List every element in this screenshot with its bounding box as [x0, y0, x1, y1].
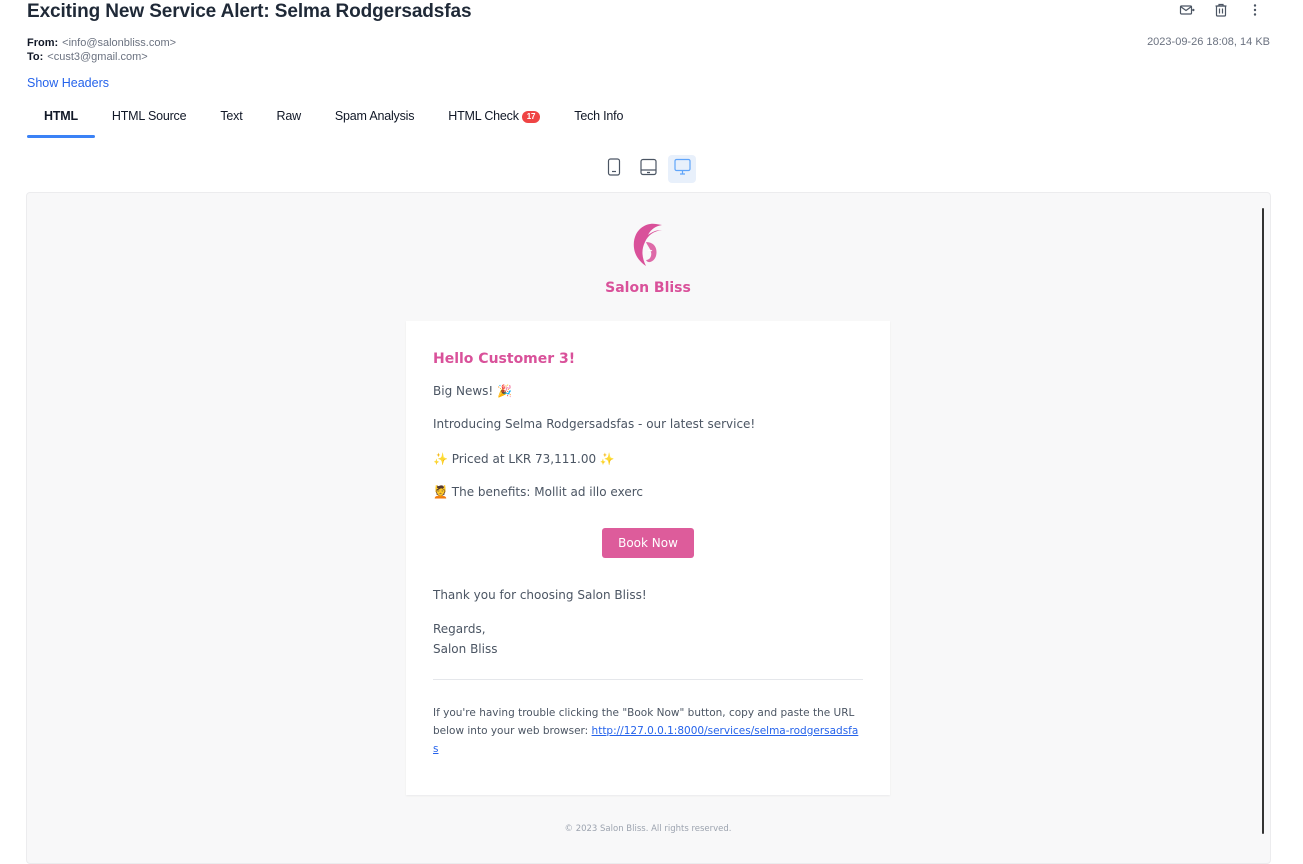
big-news-text: Big News! 🎉 [433, 384, 512, 398]
tab-label: HTML Source [111, 109, 187, 123]
price-text: ✨ Priced at LKR 73,111.00 ✨ [433, 452, 615, 466]
tab-label: Tech Info [574, 109, 624, 123]
thanks-text: Thank you for choosing Salon Bliss! [433, 588, 647, 602]
tab-tech-info[interactable]: Tech Info [557, 105, 640, 138]
desktop-icon [673, 158, 691, 181]
intro-text: Introducing Selma Rodgersadsfas - our la… [433, 417, 756, 431]
tab-text[interactable]: Text [203, 105, 259, 138]
preview-scrollbar[interactable] [1262, 208, 1264, 834]
tab-label: Text [220, 109, 243, 123]
tab-raw[interactable]: Raw [260, 105, 318, 138]
salon-logo [626, 220, 668, 273]
tablet-view-button[interactable] [634, 155, 662, 183]
more-vertical-icon[interactable] [1247, 2, 1263, 18]
message-actions [1179, 2, 1263, 18]
greeting: Hello Customer 3! [433, 351, 576, 367]
trouble-note: If you're having trouble clicking the "B… [433, 704, 863, 758]
mark-read-icon[interactable] [1179, 2, 1195, 18]
email-subject: Exciting New Service Alert: Selma Rodger… [27, 1, 472, 22]
from-value: <info@salonbliss.com> [62, 37, 177, 49]
tab-html-check[interactable]: HTML Check 17 [431, 105, 557, 138]
mobile-icon [607, 157, 621, 181]
tab-label: Raw [276, 109, 302, 123]
date-size: 2023-09-26 18:08, 14 KB [1147, 36, 1270, 48]
device-switcher [600, 155, 696, 183]
message-card: Hello Customer 3! Big News! 🎉 Introducin… [406, 321, 890, 795]
from-line: From: <info@salonbliss.com> [27, 36, 176, 50]
html-check-badge: 17 [521, 111, 541, 123]
email-meta: From: <info@salonbliss.com> To: <cust3@gma… [27, 36, 176, 64]
to-line: To: <cust3@gmail.com> [27, 50, 176, 64]
mobile-view-button[interactable] [600, 155, 628, 183]
tab-label: HTML Check [448, 109, 519, 123]
regards-text: Regards, [433, 622, 486, 636]
tablet-icon [639, 158, 657, 181]
book-now-button[interactable]: Book Now [602, 528, 694, 558]
tab-label: Spam Analysis [334, 109, 415, 123]
tab-html[interactable]: HTML [27, 105, 95, 138]
show-headers-link[interactable]: Show Headers [27, 76, 109, 90]
tab-html-source[interactable]: HTML Source [95, 105, 203, 138]
tab-label: HTML [44, 109, 78, 123]
trash-icon[interactable] [1213, 2, 1229, 18]
to-label: To: [27, 51, 44, 63]
divider [433, 679, 863, 680]
signature-text: Salon Bliss [433, 642, 498, 656]
to-value: <cust3@gmail.com> [47, 51, 148, 63]
brand-name: Salon Bliss [605, 280, 691, 296]
email-footer: © 2023 Salon Bliss. All rights reserved. [564, 824, 732, 834]
tab-spam-analysis[interactable]: Spam Analysis [318, 105, 431, 138]
benefits-text: 💆 The benefits: Mollit ad illo exerc [433, 485, 643, 499]
view-tabs: HTML HTML Source Text Raw Spam Analysis … [27, 105, 640, 138]
desktop-view-button[interactable] [668, 155, 696, 183]
from-label: From: [27, 37, 59, 49]
